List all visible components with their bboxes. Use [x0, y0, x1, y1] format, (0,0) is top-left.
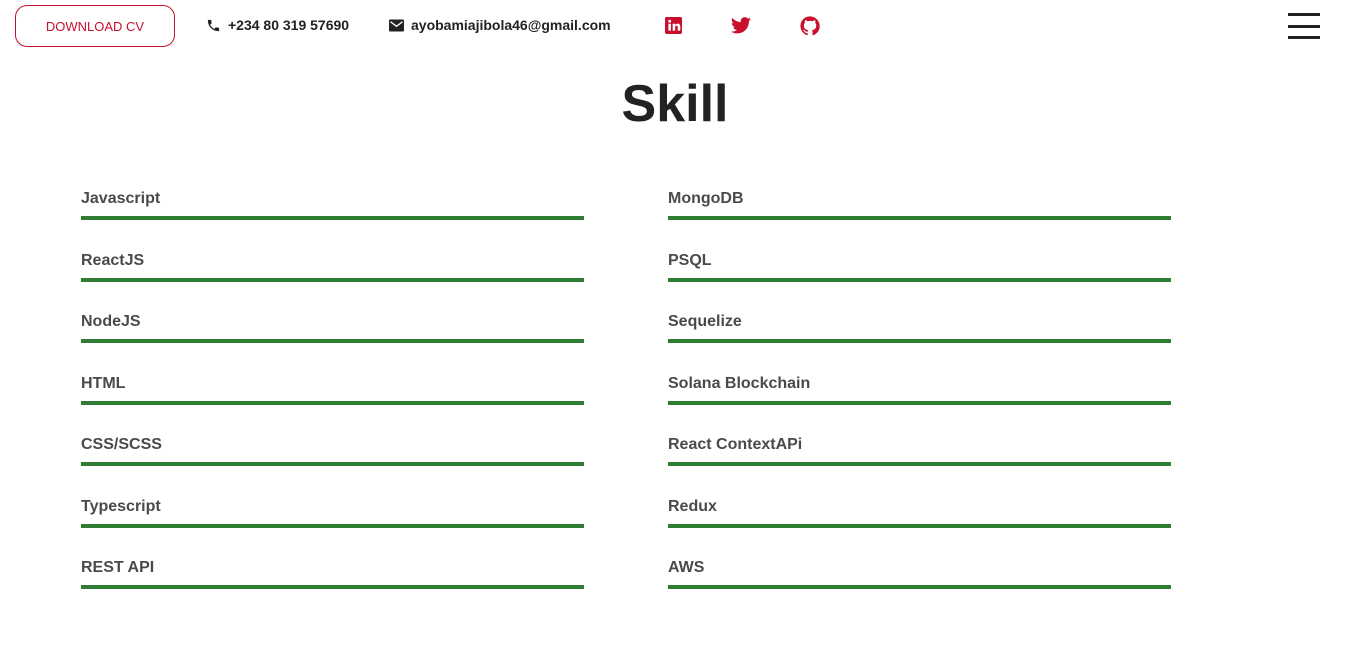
skill-item: React ContextAPi: [668, 436, 1171, 466]
skill-progress-fill: [81, 216, 584, 220]
skill-progress-fill: [668, 216, 1171, 220]
skill-progress-fill: [668, 400, 1171, 405]
skill-item: MongoDB: [668, 190, 1171, 220]
linkedin-icon[interactable]: [665, 17, 682, 34]
hamburger-menu-icon[interactable]: [1288, 13, 1320, 39]
phone-number: +234 80 319 57690: [228, 17, 350, 33]
phone-icon: [207, 19, 220, 31]
skill-progress-bar: [668, 523, 1171, 528]
skill-progress-bar: [81, 339, 584, 343]
skill-item: AWS: [668, 559, 1171, 589]
skill-item: REST API: [81, 559, 584, 589]
skill-progress-fill: [668, 585, 1171, 589]
skill-progress-fill: [668, 523, 1171, 528]
email-contact[interactable]: ayobamiajibola46@gmail.com: [389, 17, 611, 33]
skill-name: React ContextAPi: [668, 436, 803, 453]
skill-progress-fill: [668, 462, 1171, 466]
skill-progress-bar: [81, 523, 584, 528]
skill-progress-fill: [81, 277, 584, 282]
skill-progress-fill: [81, 585, 584, 589]
mail-icon: [389, 19, 404, 31]
skill-name: PSQL: [668, 251, 712, 269]
email-address: ayobamiajibola46@gmail.com: [411, 17, 611, 33]
skill-item: ReactJS: [81, 252, 584, 282]
skill-progress-fill: [81, 523, 584, 528]
skill-name: AWS: [668, 559, 705, 576]
skill-name: CSS/SCSS: [81, 436, 162, 453]
skill-item: HTML: [81, 375, 584, 405]
skill-item: Solana Blockchain: [668, 375, 1171, 405]
skill-name: Solana Blockchain: [668, 374, 811, 392]
skill-item: Sequelize: [668, 313, 1171, 343]
skill-progress-bar: [81, 585, 584, 589]
skill-name: ReactJS: [81, 251, 145, 269]
skill-name: Sequelize: [668, 313, 742, 330]
skill-progress-fill: [81, 400, 584, 405]
skill-name: HTML: [81, 374, 126, 392]
skill-name: REST API: [81, 559, 155, 576]
skill-item: NodeJS: [81, 313, 584, 343]
skill-progress-bar: [668, 339, 1171, 343]
skill-progress-bar: [81, 462, 584, 466]
skill-item: Redux: [668, 498, 1171, 528]
skill-progress-bar: [668, 277, 1171, 282]
skill-name: MongoDB: [668, 190, 744, 207]
skill-name: Typescript: [81, 497, 161, 515]
skill-item: CSS/SCSS: [81, 436, 584, 466]
skill-progress-bar: [668, 216, 1171, 220]
skill-progress-bar: [81, 216, 584, 220]
skill-item: Typescript: [81, 498, 584, 528]
skill-item: PSQL: [668, 252, 1171, 282]
skill-progress-bar: [668, 400, 1171, 405]
skill-item: Javascript: [81, 190, 584, 220]
page-title: Skill: [621, 75, 729, 133]
skill-progress-bar: [668, 585, 1171, 589]
skill-progress-bar: [668, 462, 1171, 466]
top-bar: DOWNLOAD CV +234 80 319 57690 ayobamiaji…: [0, 0, 1350, 56]
skill-name: Redux: [668, 497, 717, 515]
phone-contact[interactable]: +234 80 319 57690: [206, 17, 349, 33]
skill-progress-fill: [668, 277, 1171, 282]
skill-progress-bar: [81, 277, 584, 282]
twitter-icon[interactable]: [731, 17, 751, 34]
github-icon[interactable]: [800, 16, 820, 36]
skill-progress-fill: [668, 339, 1171, 343]
skill-name: NodeJS: [81, 313, 141, 330]
skill-progress-fill: [81, 462, 584, 466]
skill-progress-fill: [81, 339, 584, 343]
skill-progress-bar: [81, 400, 584, 405]
skill-name: Javascript: [81, 190, 161, 207]
download-cv-button[interactable]: DOWNLOAD CV: [15, 5, 175, 47]
